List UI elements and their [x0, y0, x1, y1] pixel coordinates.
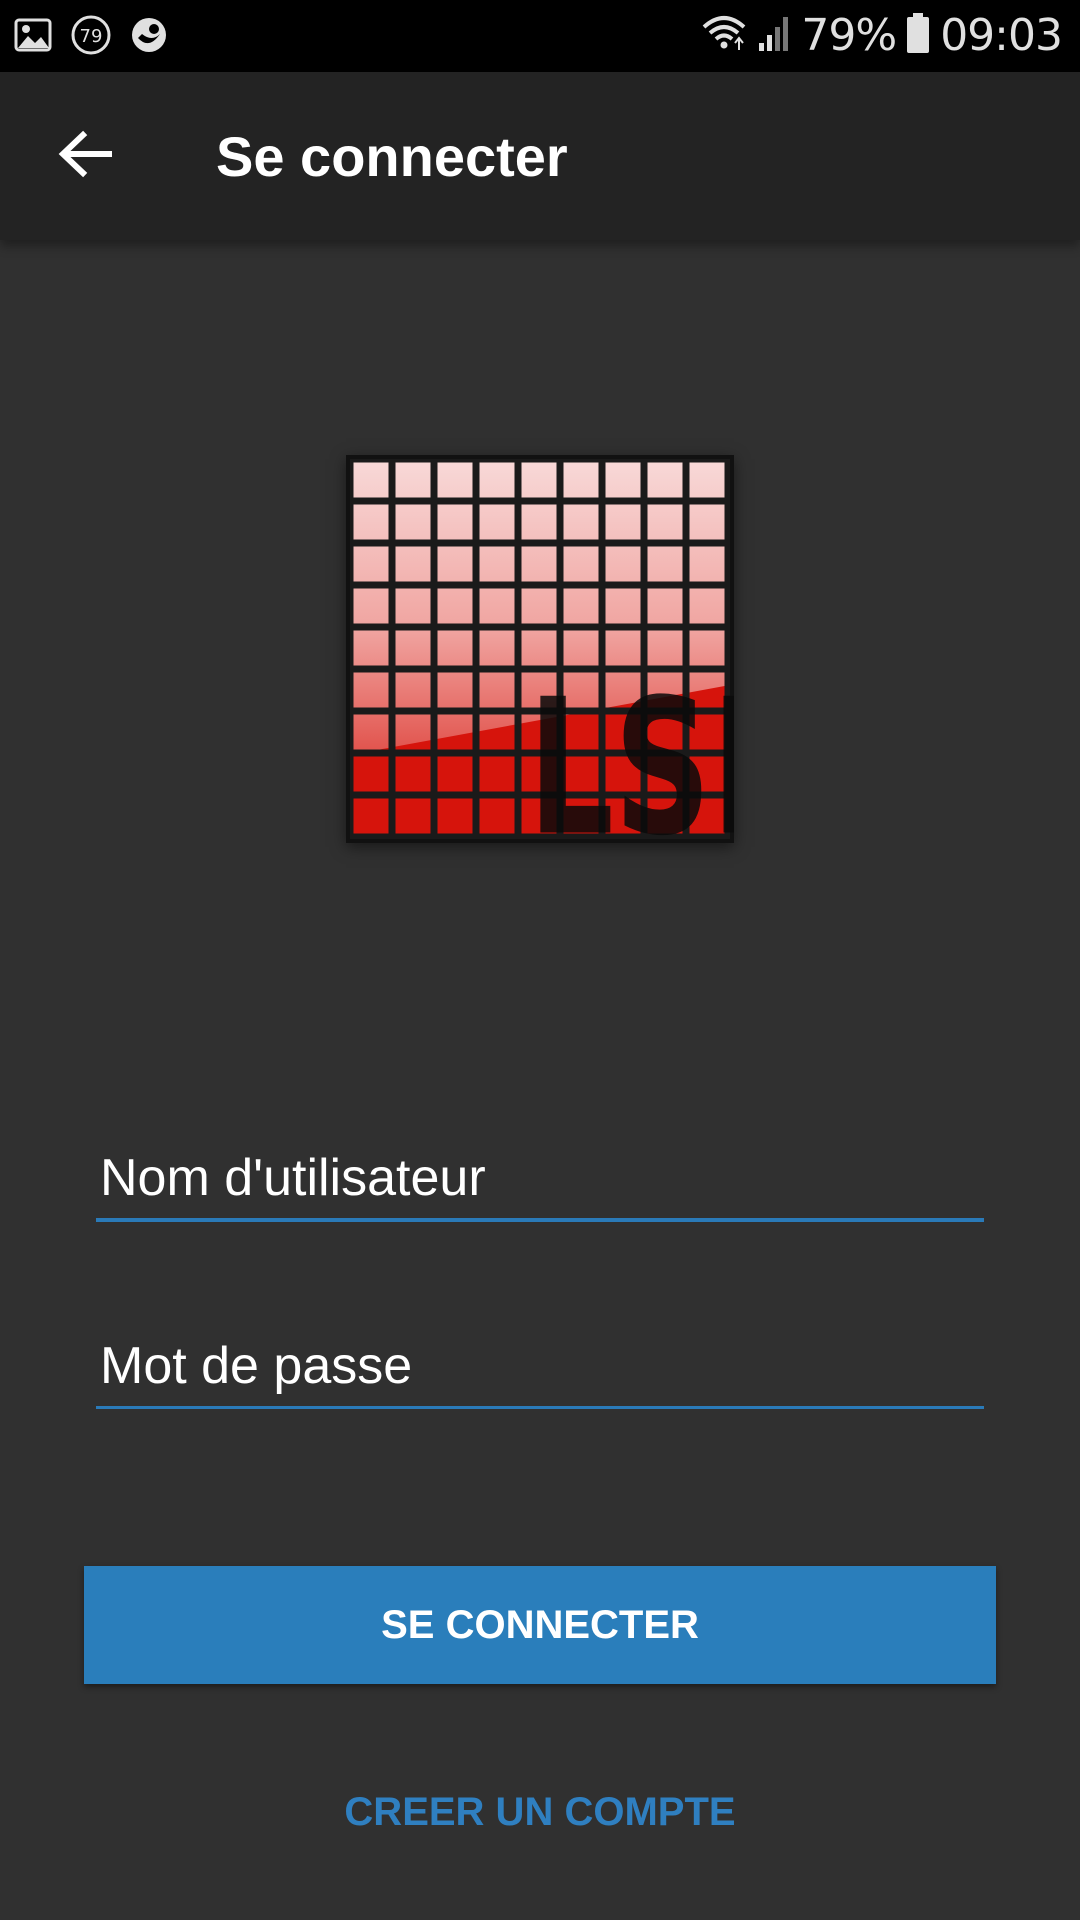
status-bar-notifications: 79	[14, 14, 168, 61]
signal-icon	[757, 13, 791, 58]
back-button[interactable]	[50, 124, 120, 188]
wifi-icon	[701, 13, 747, 58]
app-bar: Se connecter	[0, 72, 1080, 240]
app-notification-icon	[130, 16, 168, 59]
status-bar-system: 79% 09:03	[701, 10, 1063, 61]
login-button[interactable]: SE CONNECTER	[84, 1566, 996, 1684]
logo-text: LSE	[528, 659, 734, 843]
create-account-link[interactable]: CREER UN COMPTE	[0, 1790, 1080, 1835]
battery-icon	[906, 12, 930, 59]
app-logo: LSE	[346, 455, 803, 878]
clock: 09:03	[940, 10, 1063, 61]
page-title: Se connecter	[216, 125, 568, 188]
username-input[interactable]	[96, 1138, 984, 1218]
battery-percent: 79%	[801, 10, 897, 61]
badge-number: 79	[80, 26, 103, 47]
username-underline	[96, 1218, 984, 1222]
password-input[interactable]	[96, 1326, 984, 1406]
password-underline	[96, 1406, 984, 1409]
password-field[interactable]	[96, 1326, 984, 1409]
badge-79-icon: 79	[70, 14, 112, 61]
status-bar: 79 79% 09:03	[0, 0, 1080, 72]
gallery-icon	[14, 18, 52, 57]
username-field[interactable]	[96, 1138, 984, 1222]
arrow-back-icon	[57, 129, 113, 184]
